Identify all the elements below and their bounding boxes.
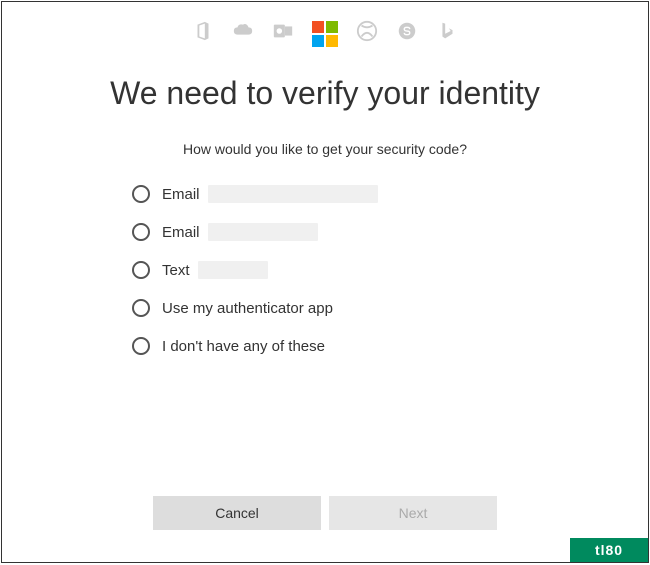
next-button[interactable]: Next xyxy=(329,496,497,530)
outlook-icon xyxy=(272,20,294,47)
option-none[interactable]: I don't have any of these xyxy=(132,337,518,355)
redacted-value xyxy=(208,185,378,203)
verify-identity-dialog: We need to verify your identity How woul… xyxy=(1,1,649,563)
bing-icon xyxy=(436,20,458,47)
radio-icon xyxy=(132,223,150,241)
microsoft-logo-icon xyxy=(312,21,338,47)
button-row: Cancel Next xyxy=(2,496,648,530)
option-email-1[interactable]: Email xyxy=(132,185,518,203)
option-email-2[interactable]: Email xyxy=(132,223,518,241)
watermark-badge: tl80 xyxy=(570,538,648,562)
redacted-value xyxy=(208,223,318,241)
security-code-prompt: How would you like to get your security … xyxy=(2,141,648,157)
onedrive-icon xyxy=(232,20,254,47)
verification-options: Email Email Text Use my authenticator ap… xyxy=(2,185,648,355)
option-label-text: Email xyxy=(162,186,200,203)
radio-label: Email xyxy=(162,223,318,241)
radio-label: Text xyxy=(162,261,268,279)
skype-icon xyxy=(396,20,418,47)
radio-icon xyxy=(132,337,150,355)
radio-icon xyxy=(132,261,150,279)
option-label-text: Email xyxy=(162,224,200,241)
option-label-text: Text xyxy=(162,262,190,279)
radio-label: Email xyxy=(162,185,378,203)
xbox-icon xyxy=(356,20,378,47)
radio-label: I don't have any of these xyxy=(162,338,325,355)
option-text[interactable]: Text xyxy=(132,261,518,279)
radio-icon xyxy=(132,299,150,317)
radio-icon xyxy=(132,185,150,203)
redacted-value xyxy=(198,261,268,279)
office-icon xyxy=(192,20,214,47)
radio-label: Use my authenticator app xyxy=(162,300,333,317)
option-authenticator[interactable]: Use my authenticator app xyxy=(132,299,518,317)
cancel-button[interactable]: Cancel xyxy=(153,496,321,530)
page-title: We need to verify your identity xyxy=(2,73,648,113)
service-icon-row xyxy=(2,2,648,57)
